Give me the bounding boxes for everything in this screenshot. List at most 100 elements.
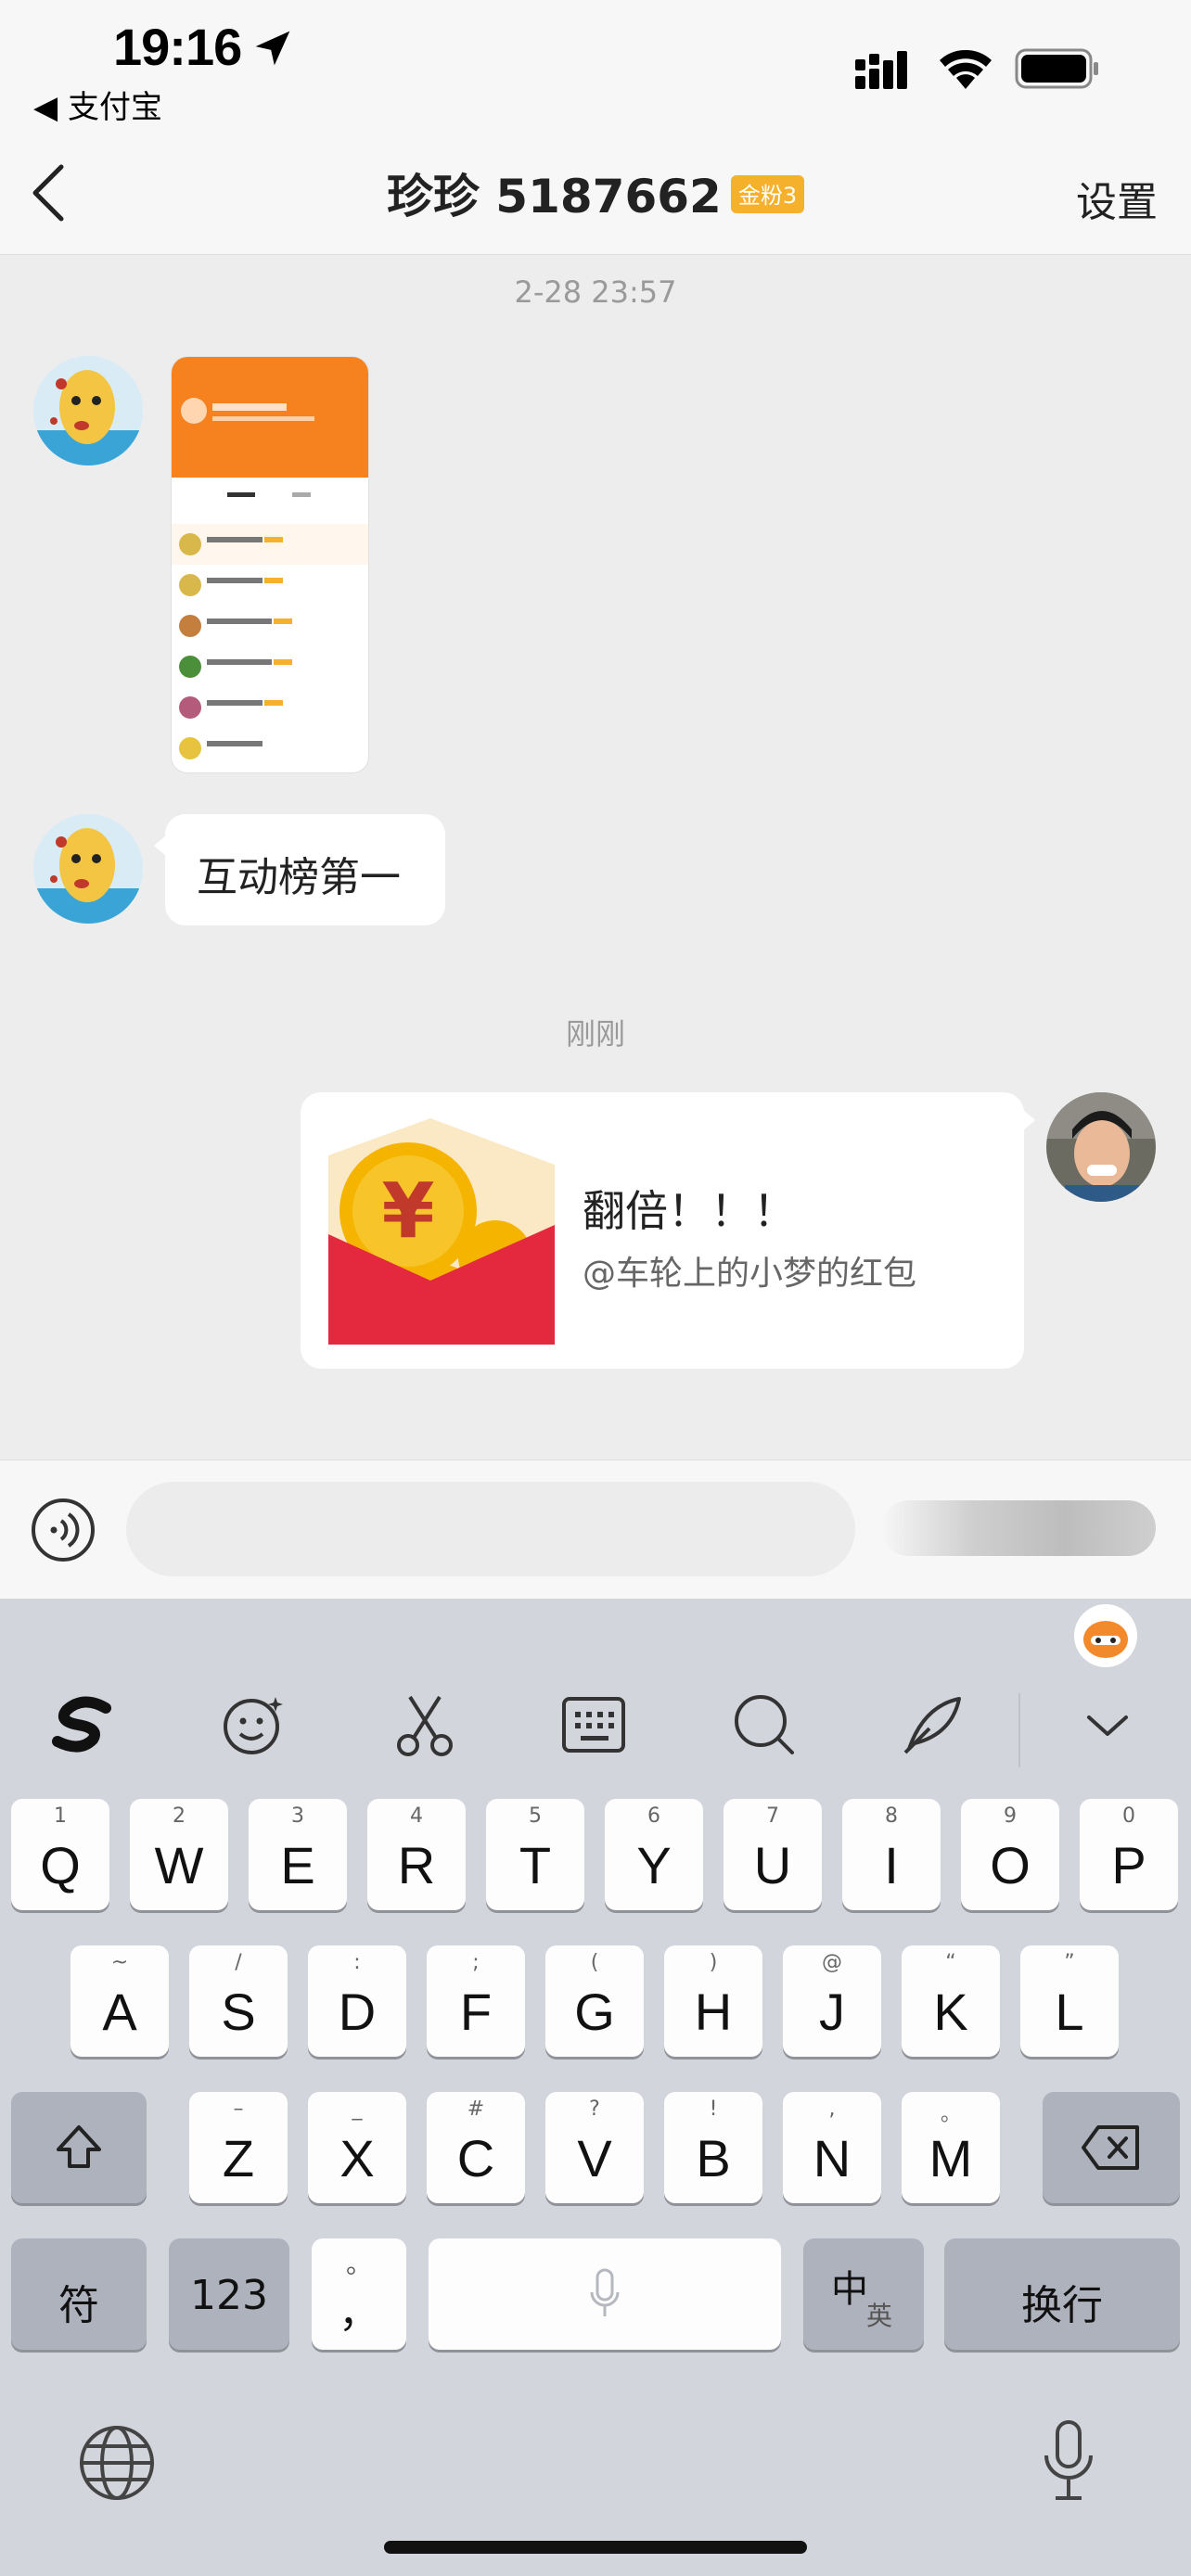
my-avatar[interactable] xyxy=(1046,1092,1156,1202)
key-hint: , xyxy=(828,2098,836,2121)
red-packet-subtitle: @车轮上的小梦的红包 xyxy=(583,1255,917,1293)
punctuation-key[interactable]: 。 ， xyxy=(312,2238,406,2350)
key-label: X xyxy=(339,2129,375,2187)
key-k[interactable]: “K xyxy=(902,1945,1000,2057)
key-label: N xyxy=(813,2129,852,2187)
number-key[interactable]: 123 xyxy=(169,2238,289,2350)
key-hint: 6 xyxy=(647,1804,660,1828)
key-label: G xyxy=(574,1983,615,2041)
search-icon[interactable] xyxy=(727,1688,801,1762)
key-l[interactable]: ” L xyxy=(1020,1945,1119,2057)
punctuation-key-main: ， xyxy=(339,2289,379,2337)
key-label: T xyxy=(519,1836,552,1894)
key-o[interactable]: 9O xyxy=(961,1799,1059,1910)
chevron-down-icon[interactable] xyxy=(1070,1688,1145,1762)
key-p[interactable]: 0P xyxy=(1080,1799,1178,1910)
mic-icon xyxy=(590,2268,620,2316)
symbol-key-label: 符 xyxy=(58,2282,99,2329)
enter-key[interactable]: 换行 xyxy=(944,2238,1180,2350)
red-packet-title: 翻倍！！！ xyxy=(583,1186,796,1236)
key-w[interactable]: 2W xyxy=(130,1799,228,1910)
text-message-bubble[interactable]: 互动榜第一 xyxy=(165,814,445,925)
key-hint: 3 xyxy=(291,1804,304,1828)
key-label: Y xyxy=(636,1836,672,1894)
toolbar-divider xyxy=(1018,1693,1020,1767)
key-hint: @ xyxy=(822,1951,842,1974)
settings-button[interactable]: 设置 xyxy=(1076,169,1158,228)
emoji-icon[interactable] xyxy=(216,1688,290,1762)
pen-icon[interactable] xyxy=(896,1688,970,1762)
voice-icon[interactable] xyxy=(30,1497,96,1563)
key-a[interactable]: ~ A xyxy=(70,1945,169,2057)
key-hint: ? xyxy=(589,2098,600,2121)
scissors-icon[interactable] xyxy=(388,1688,462,1762)
key-label: L xyxy=(1055,1983,1084,2041)
dictation-mic-icon[interactable] xyxy=(1041,2418,1096,2504)
key-r[interactable]: 4R xyxy=(367,1799,466,1910)
message-text: 互动榜第一 xyxy=(197,854,401,901)
key-hint: : xyxy=(353,1951,361,1974)
key-label: K xyxy=(933,1983,968,2041)
keyboard-mascot-icon[interactable] xyxy=(1074,1604,1137,1667)
shift-icon xyxy=(57,2125,101,2168)
keyboard-icon[interactable] xyxy=(557,1688,631,1762)
key-m[interactable]: 。 M xyxy=(902,2092,1000,2203)
number-key-label: 123 xyxy=(190,2272,268,2319)
blurred-action-button[interactable] xyxy=(881,1500,1156,1556)
back-to-app-link[interactable]: ◀ 支付宝 xyxy=(33,82,162,127)
contact-avatar[interactable] xyxy=(33,356,143,465)
image-message[interactable] xyxy=(171,356,369,773)
key-i[interactable]: 8I xyxy=(842,1799,941,1910)
key-e[interactable]: 3E xyxy=(249,1799,347,1910)
key-label: V xyxy=(577,2129,612,2187)
message-input[interactable] xyxy=(126,1482,855,1576)
sogou-logo-icon[interactable] xyxy=(46,1688,121,1762)
key-s[interactable]: / S xyxy=(189,1945,288,2057)
key-hint: ( xyxy=(590,1951,599,1974)
key-y[interactable]: 6Y xyxy=(605,1799,703,1910)
message-timestamp: 2-28 23:57 xyxy=(514,274,677,310)
language-switch-key[interactable]: 中 英 xyxy=(803,2238,924,2350)
key-b[interactable]: ! B xyxy=(664,2092,762,2203)
key-hint: 。 xyxy=(940,2103,961,2126)
key-h[interactable]: ) H xyxy=(664,1945,762,2057)
key-v[interactable]: ? V xyxy=(545,2092,644,2203)
key-d[interactable]: :D xyxy=(308,1945,406,2057)
key-hint: 2 xyxy=(173,1804,186,1828)
globe-icon[interactable] xyxy=(76,2422,158,2504)
key-u[interactable]: 7U xyxy=(724,1799,822,1910)
red-packet-message[interactable]: ¥ 翻倍！！！ @车轮上的小梦的红包 xyxy=(301,1092,1024,1369)
key-hint: 9 xyxy=(1004,1804,1017,1828)
key-label: U xyxy=(753,1836,792,1894)
key-q[interactable]: 1Q xyxy=(11,1799,109,1910)
location-arrow-icon xyxy=(255,31,290,66)
status-time: 19:16 xyxy=(113,18,242,76)
key-g[interactable]: (G xyxy=(545,1945,644,2057)
key-c[interactable]: # C xyxy=(427,2092,525,2203)
key-f[interactable]: ; F xyxy=(427,1945,525,2057)
key-hint: 0 xyxy=(1122,1804,1135,1828)
key-z[interactable]: – Z xyxy=(189,2092,288,2203)
delete-key[interactable] xyxy=(1043,2092,1180,2203)
contact-avatar[interactable] xyxy=(33,814,143,924)
key-hint: / xyxy=(235,1951,242,1974)
shift-key[interactable] xyxy=(11,2092,147,2203)
key-hint: – xyxy=(233,2098,244,2121)
key-label: C xyxy=(456,2129,495,2187)
battery-icon xyxy=(1015,48,1098,89)
key-hint: # xyxy=(467,2098,485,2121)
symbol-key[interactable]: 符 xyxy=(11,2238,147,2350)
key-t[interactable]: 5T xyxy=(486,1799,584,1910)
key-hint: ” xyxy=(1064,1951,1075,1974)
wifi-icon xyxy=(940,49,992,89)
key-n[interactable]: ,N xyxy=(783,2092,881,2203)
space-key[interactable] xyxy=(429,2238,781,2350)
key-label: F xyxy=(459,1983,493,2041)
key-label: M xyxy=(928,2129,973,2187)
delete-icon xyxy=(1082,2125,1139,2170)
punctuation-key-top: 。 xyxy=(345,2249,372,2279)
enter-key-label: 换行 xyxy=(1021,2282,1103,2329)
key-hint: 8 xyxy=(885,1804,898,1828)
key-j[interactable]: @ J xyxy=(783,1945,881,2057)
key-x[interactable]: _ X xyxy=(308,2092,406,2203)
